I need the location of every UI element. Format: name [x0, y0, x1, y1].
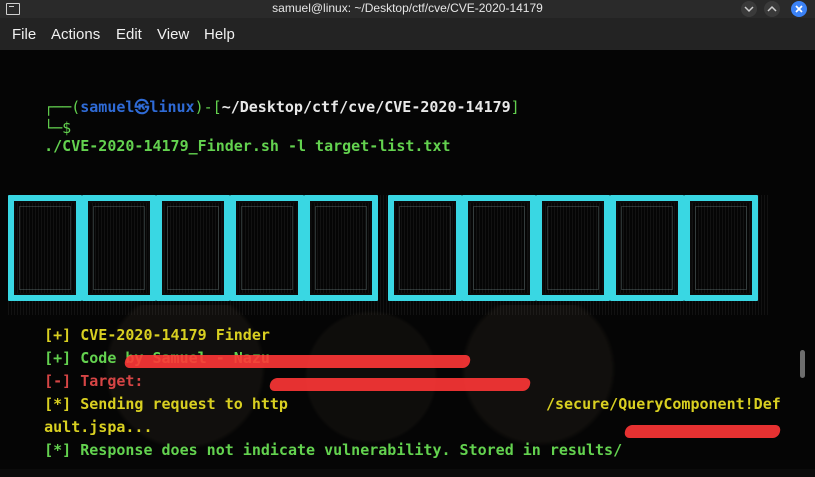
banner-block-10: [684, 195, 758, 301]
close-button[interactable]: [791, 1, 807, 17]
menu-actions[interactable]: Actions: [51, 26, 100, 43]
output-text-6: Response does not indicate vulnerability…: [80, 441, 623, 459]
menu-help[interactable]: Help: [204, 26, 235, 43]
url-redaction: [268, 378, 532, 391]
banner-block-5: [304, 195, 378, 301]
close-icon: [795, 5, 803, 13]
prompt-command: ./CVE-2020-14179_Finder.sh -l target-lis…: [44, 137, 451, 155]
banner-block-2: [82, 195, 156, 301]
results-redaction: [623, 425, 782, 438]
banner-block-4: [230, 195, 304, 301]
chevron-up-icon: [767, 5, 777, 12]
target-redaction: [123, 355, 472, 368]
prompt-line-2: └─$ ./CVE-2020-14179_Finder.sh -l target…: [8, 101, 451, 173]
maximize-button[interactable]: [764, 1, 780, 17]
window-titlebar: samuel@linux: ~/Desktop/ctf/cve/CVE-2020…: [0, 0, 815, 18]
terminal-scrollbar[interactable]: [800, 350, 805, 378]
banner-block-7: [462, 195, 536, 301]
menu-edit[interactable]: Edit: [116, 26, 142, 43]
output-tag-6: [*]: [44, 441, 72, 459]
output-text-4-tail: /secure/QueryComponent!Def: [545, 395, 781, 413]
menu-view[interactable]: View: [157, 26, 189, 43]
banner-block-3: [156, 195, 230, 301]
minimize-button[interactable]: [741, 1, 757, 17]
banner-block-1: [8, 195, 82, 301]
terminal-view[interactable]: ┌──(samuel㉿linux)-[~/Desktop/ctf/cve/CVE…: [0, 50, 815, 469]
prompt-second-prefix: └─$: [44, 119, 72, 137]
window-title: samuel@linux: ~/Desktop/ctf/cve/CVE-2020…: [272, 1, 543, 15]
prompt-suffix: ]: [510, 98, 520, 116]
banner-block-8: [536, 195, 610, 301]
menu-file[interactable]: File: [12, 26, 36, 43]
banner-block-9: [610, 195, 684, 301]
menu-bar: File Actions Edit View Help: [0, 18, 815, 51]
banner-block-6: [388, 195, 462, 301]
chevron-down-icon: [744, 6, 754, 13]
